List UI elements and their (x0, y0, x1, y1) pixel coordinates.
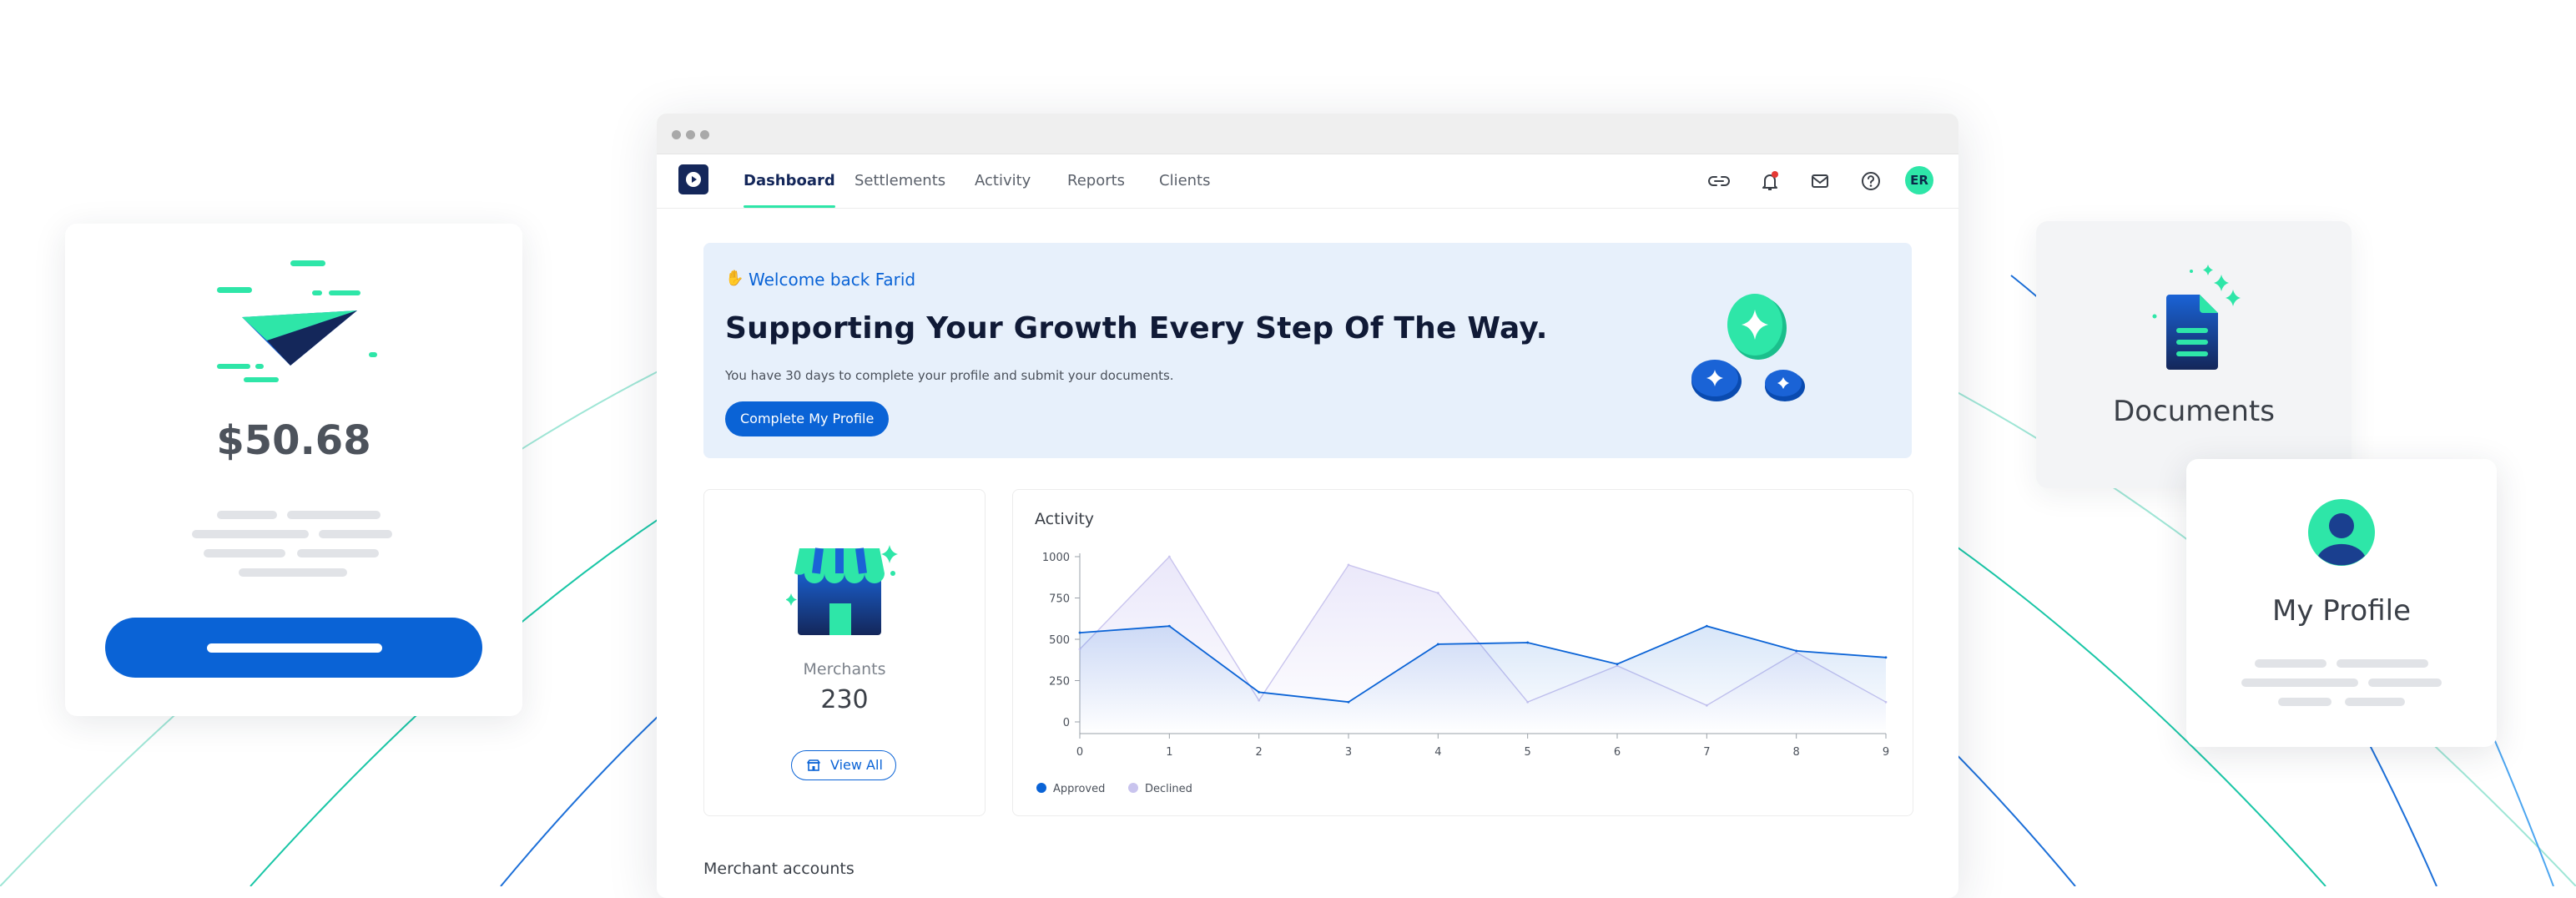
legend-swatch-approved (1036, 783, 1046, 793)
tab-clients[interactable]: Clients (1159, 154, 1211, 208)
documents-card[interactable]: Documents (2036, 221, 2352, 488)
data-point-approved (1436, 643, 1439, 646)
activity-card: Activity 0 250 500 750 1000 0 1 2 3 4 5 6 7 8 9 Approve… (1012, 489, 1913, 816)
data-point-approved (1526, 641, 1530, 644)
text-placeholder (2345, 698, 2405, 706)
text-placeholder (2278, 698, 2332, 706)
profile-card[interactable]: My Profile (2186, 459, 2497, 747)
tab-settlements[interactable]: Settlements (854, 154, 945, 208)
welcome-subtitle: You have 30 days to complete your profil… (725, 368, 1174, 383)
view-all-label: View All (830, 757, 883, 773)
window-dot[interactable] (686, 130, 695, 139)
brand-logo[interactable] (678, 164, 708, 194)
merchants-card: Merchants 230 View All (703, 489, 986, 816)
merchants-count: 230 (820, 685, 869, 714)
y-tick-label: 0 (1063, 717, 1070, 729)
x-tick-label: 5 (1525, 746, 1531, 759)
y-tick-label: 1000 (1042, 552, 1070, 564)
legend-label-declined: Declined (1145, 783, 1192, 795)
text-placeholder (217, 511, 277, 519)
window-dot[interactable] (672, 130, 681, 139)
payment-card: $50.68 (65, 224, 522, 716)
data-point-approved (1884, 656, 1888, 659)
window-dot[interactable] (700, 130, 709, 139)
x-tick-label: 8 (1793, 746, 1800, 759)
paper-plane-icon (217, 260, 377, 382)
help-icon[interactable] (1858, 168, 1884, 194)
text-placeholder (192, 530, 309, 538)
x-tick-label: 0 (1076, 746, 1083, 759)
documents-title: Documents (2113, 395, 2275, 428)
text-placeholder (319, 530, 392, 538)
merchant-accounts-title: Merchant accounts (703, 860, 854, 878)
text-placeholder (2337, 659, 2428, 668)
profile-title: My Profile (2272, 594, 2411, 628)
coins-illustration (1691, 294, 1805, 401)
complete-profile-button[interactable]: Complete My Profile (725, 401, 890, 436)
x-tick-label: 6 (1614, 746, 1621, 759)
merchants-label: Merchants (803, 660, 886, 679)
x-tick-label: 2 (1256, 746, 1263, 759)
data-point-approved (1705, 624, 1708, 628)
view-all-button[interactable]: View All (791, 750, 896, 780)
user-avatar[interactable]: ER (1905, 166, 1933, 194)
data-point-declined (1347, 563, 1350, 567)
text-placeholder (297, 549, 379, 557)
text-placeholder (204, 549, 285, 557)
storefront-small-icon (807, 759, 820, 771)
activity-chart: 0 250 500 750 1000 0 1 2 3 4 5 6 7 8 9 Approved Declined (1036, 552, 1889, 795)
x-tick-label: 4 (1434, 746, 1441, 759)
tab-dashboard[interactable]: Dashboard (744, 154, 835, 208)
data-point-approved (1167, 624, 1171, 628)
tab-reports[interactable]: Reports (1067, 154, 1125, 208)
text-placeholder (2368, 679, 2442, 687)
legend-label-approved: Approved (1053, 783, 1105, 795)
tab-activity[interactable]: Activity (975, 154, 1031, 208)
legend-swatch-declined (1128, 783, 1138, 793)
welcome-banner: ✋ Welcome back Farid Supporting Your Gro… (703, 243, 1912, 458)
y-tick-label: 750 (1049, 593, 1070, 606)
pay-button[interactable] (105, 618, 482, 678)
bell-icon[interactable] (1757, 168, 1783, 194)
payment-amount: $50.68 (216, 417, 371, 464)
data-point-approved (1616, 663, 1619, 666)
user-icon (2308, 499, 2375, 566)
welcome-title: Supporting Your Growth Every Step Of The… (725, 311, 1548, 346)
mail-icon[interactable] (1807, 168, 1833, 194)
link-icon[interactable] (1706, 168, 1732, 194)
y-tick-label: 250 (1049, 676, 1070, 689)
button-label-placeholder (207, 643, 382, 653)
text-placeholder (239, 568, 347, 577)
x-tick-label: 1 (1166, 746, 1172, 759)
top-nav: Dashboard Settlements Activity Reports C… (657, 154, 1958, 209)
text-placeholder (2255, 659, 2326, 668)
wave-hand-icon: ✋ (725, 270, 744, 287)
x-tick-label: 7 (1703, 746, 1710, 759)
text-placeholder (2241, 679, 2358, 687)
welcome-label: Welcome back Farid (749, 270, 916, 290)
storefront-icon (786, 545, 898, 635)
x-tick-label: 3 (1345, 746, 1352, 759)
y-tick-label: 500 (1049, 634, 1070, 647)
data-point-declined (1167, 555, 1171, 558)
data-point-approved (1258, 690, 1261, 694)
data-point-approved (1347, 700, 1350, 704)
document-icon (2152, 265, 2241, 370)
data-point-approved (1078, 631, 1081, 634)
data-point-approved (1795, 649, 1798, 653)
text-placeholder (287, 511, 381, 519)
window-title-bar (657, 114, 1958, 154)
x-tick-label: 9 (1883, 746, 1889, 759)
browser-window: Dashboard Settlements Activity Reports C… (657, 114, 1958, 898)
data-point-declined (1436, 592, 1439, 594)
